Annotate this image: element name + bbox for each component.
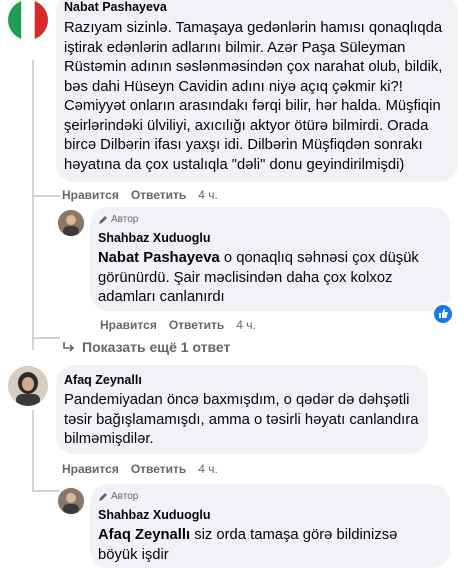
mention-link[interactable]: Afaq Zeynallı bbox=[98, 527, 190, 543]
reply-bubble: Автор Shahbaz Xuduoglu Nabat Pashayeva o… bbox=[90, 207, 450, 311]
comment-text: Pandemiyadan öncə baxmışdım, o qədər də … bbox=[64, 392, 419, 447]
thumbs-up-icon[interactable] bbox=[432, 303, 454, 325]
reply-bubble: Автор Shahbaz Xuduoglu Afaq Zeynallı siz… bbox=[90, 484, 450, 568]
comment-author[interactable]: Shahbaz Xuduoglu bbox=[98, 508, 211, 522]
comment-actions: Нравится Ответить 4 ч. bbox=[100, 318, 256, 332]
thread-line-branch bbox=[32, 195, 60, 197]
comment-author[interactable]: Afaq Zeynallı bbox=[64, 373, 142, 387]
pencil-icon bbox=[99, 215, 107, 224]
comment-actions: Нравится Ответить 4 ч. bbox=[62, 188, 218, 202]
author-badge: Автор bbox=[98, 491, 138, 502]
mention-link[interactable]: Nabat Pashayeva bbox=[98, 250, 220, 266]
italy-flag-avatar-icon bbox=[8, 0, 48, 40]
reply-button[interactable]: Ответить bbox=[131, 462, 186, 476]
comment-time[interactable]: 4 ч. bbox=[198, 462, 218, 476]
person-photo-icon bbox=[58, 488, 84, 514]
thread-line-branch-2 bbox=[32, 337, 60, 339]
comment-bubble: Afaq Zeynallı Pandemiyadan öncə baxmışdı… bbox=[56, 365, 428, 454]
show-more-replies-link[interactable]: Показать ещё 1 ответ bbox=[62, 339, 230, 355]
show-more-label: Показать ещё 1 ответ bbox=[82, 339, 231, 355]
thread-line-2 bbox=[32, 410, 34, 490]
like-button[interactable]: Нравится bbox=[62, 462, 119, 476]
comment-text: Nabat Pashayeva o qonaqlıq səhnəsi çox d… bbox=[98, 249, 434, 308]
thumbs-up-glyph-icon bbox=[439, 308, 448, 318]
comment-time[interactable]: 4 ч. bbox=[198, 188, 218, 202]
like-button[interactable]: Нравится bbox=[62, 188, 119, 202]
reply-arrow-icon bbox=[63, 342, 75, 352]
avatar[interactable] bbox=[58, 488, 84, 514]
comment-bubble: Nabat Pashayeva Razıyam sizinlə. Tamaşay… bbox=[56, 0, 458, 182]
avatar[interactable] bbox=[8, 366, 48, 406]
thread-line-branch-3 bbox=[32, 490, 60, 492]
avatar[interactable] bbox=[8, 0, 48, 40]
comment-text: Afaq Zeynallı siz orda tamaşa görə bildi… bbox=[98, 526, 434, 565]
comment-time[interactable]: 4 ч. bbox=[236, 318, 256, 332]
comment-text: Razıyam sizinlə. Tamaşaya gedənlərin ham… bbox=[64, 20, 443, 173]
like-button[interactable]: Нравится bbox=[100, 318, 157, 332]
author-badge-label: Автор bbox=[111, 491, 139, 502]
comment-actions: Нравится Ответить 4 ч. bbox=[62, 462, 218, 476]
reply-button[interactable]: Ответить bbox=[131, 188, 186, 202]
person-photo-icon bbox=[8, 366, 48, 406]
person-photo-icon bbox=[58, 210, 84, 236]
comment-author[interactable]: Shahbaz Xuduoglu bbox=[98, 231, 211, 245]
reply-button[interactable]: Ответить bbox=[169, 318, 224, 332]
avatar[interactable] bbox=[58, 210, 84, 236]
thread-line bbox=[32, 60, 34, 350]
author-badge: Автор bbox=[98, 214, 138, 225]
pencil-icon bbox=[99, 492, 107, 501]
author-badge-label: Автор bbox=[111, 214, 139, 225]
comment-author[interactable]: Nabat Pashayeva bbox=[64, 0, 167, 14]
